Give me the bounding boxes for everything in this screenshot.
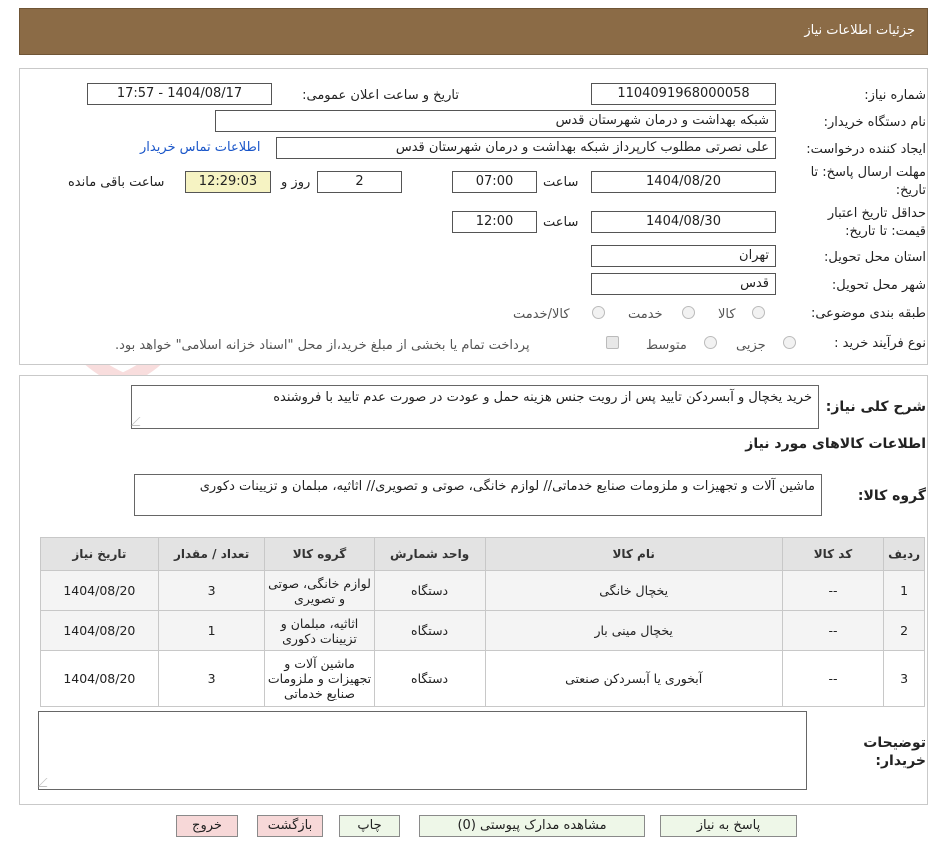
summary-label: شرح کلی نیاز:: [825, 399, 926, 415]
need-number-field[interactable]: 1104091968000058: [591, 83, 776, 105]
buyer-org-field[interactable]: شبکه بهداشت و درمان شهرستان قدس: [215, 110, 776, 132]
cell-group: ماشین آلات و تجهیزات و ملزومات صنایع خدم…: [264, 650, 375, 707]
page-title: جزئیات اطلاعات نیاز: [804, 23, 915, 38]
category-both-label: کالا/خدمت: [513, 307, 570, 322]
cell-date: 1404/08/20: [40, 570, 159, 611]
remaining-label: ساعت باقی مانده: [68, 175, 165, 190]
deadline-date-field[interactable]: 1404/08/20: [591, 171, 776, 193]
goods-group-textarea[interactable]: ماشین آلات و تجهیزات و ملزومات صنایع خدم…: [134, 474, 822, 516]
cell-qty: 1: [157, 610, 266, 651]
table-row[interactable]: 3 -- آبخوری یا آبسردکن صنعتی دستگاه ماشی…: [40, 650, 925, 707]
province-label: استان محل تحویل:: [824, 250, 926, 265]
cell-unit: دستگاه: [373, 610, 486, 651]
category-radio-both[interactable]: [592, 306, 605, 319]
treasury-payment-note: پرداخت تمام یا بخشی از مبلغ خرید،از محل …: [115, 338, 530, 353]
cell-group: اثاثیه، مبلمان و تزیینات دکوری: [264, 610, 375, 651]
cell-name: آبخوری یا آبسردکن صنعتی: [484, 650, 783, 707]
cell-code: --: [781, 650, 885, 707]
buyer-notes-label-2: خریدار:: [875, 753, 926, 769]
process-radio-minor[interactable]: [783, 336, 796, 349]
cell-unit: دستگاه: [373, 650, 486, 707]
need-number-label: شماره نیاز:: [864, 88, 926, 103]
cell-qty: 3: [157, 570, 266, 611]
validity-label: حداقل تاریخ اعتبار: [827, 206, 926, 221]
attachments-button[interactable]: مشاهده مدارک پیوستی (0): [419, 815, 645, 837]
cell-index: 3: [883, 650, 925, 707]
deadline-label-2: تاریخ:: [895, 183, 926, 198]
buyer-notes-textarea[interactable]: [37, 711, 807, 790]
col-date: تاریخ نیاز: [40, 537, 159, 571]
cell-qty: 3: [157, 650, 266, 707]
category-radio-goods[interactable]: [752, 306, 765, 319]
col-qty: تعداد / مقدار: [157, 537, 266, 571]
table-row[interactable]: 2 -- یخچال مینی بار دستگاه اثاثیه، مبلما…: [40, 610, 925, 651]
table-row[interactable]: 1 -- یخچال خانگی دستگاه لوازم خانگی، صوت…: [40, 570, 925, 611]
print-button[interactable]: چاپ: [339, 815, 400, 837]
announce-label: تاریخ و ساعت اعلان عمومی:: [302, 88, 459, 103]
summary-textarea[interactable]: خرید یخچال و آبسردکن تایید پس از رویت جن…: [130, 385, 819, 429]
resize-grip-icon[interactable]: [37, 778, 56, 787]
category-radio-service[interactable]: [682, 306, 695, 319]
process-minor-label: جزیی: [736, 338, 766, 353]
process-medium-label: متوسط: [646, 338, 687, 353]
cell-index: 2: [883, 610, 925, 651]
page-header: جزئیات اطلاعات نیاز: [19, 8, 928, 55]
requester-label: ایجاد کننده درخواست:: [806, 142, 926, 157]
goods-table-header: ردیف کد کالا نام کالا واحد شمارش گروه کا…: [40, 537, 925, 571]
cell-unit: دستگاه: [373, 570, 486, 611]
province-field[interactable]: تهران: [591, 245, 776, 267]
city-field[interactable]: قدس: [591, 273, 776, 295]
goods-table: ردیف کد کالا نام کالا واحد شمارش گروه کا…: [40, 537, 925, 707]
col-group: گروه کالا: [264, 537, 375, 571]
remaining-time-field: 12:29:03: [185, 171, 271, 193]
announce-field[interactable]: 1404/08/17 - 17:57: [87, 83, 272, 105]
goods-group-label: گروه کالا:: [857, 488, 926, 504]
category-goods-label: کالا: [718, 307, 736, 322]
goods-group-text: ماشین آلات و تجهیزات و ملزومات صنایع خدم…: [199, 479, 815, 494]
buyer-org-label: نام دستگاه خریدار:: [823, 115, 926, 130]
buyer-notes-label: توضیحات: [863, 735, 926, 751]
deadline-label: مهلت ارسال پاسخ: تا: [810, 165, 926, 180]
city-label: شهر محل تحویل:: [831, 278, 926, 293]
validity-label-2: قیمت: تا تاریخ:: [845, 224, 926, 239]
col-code: کد کالا: [781, 537, 885, 571]
back-button[interactable]: بازگشت: [257, 815, 323, 837]
cell-code: --: [781, 570, 885, 611]
deadline-time-field[interactable]: 07:00: [452, 171, 537, 193]
col-name: نام کالا: [484, 537, 783, 571]
exit-button[interactable]: خروج: [176, 815, 238, 837]
days-field[interactable]: 2: [317, 171, 402, 193]
validity-date-field[interactable]: 1404/08/30: [591, 211, 776, 233]
cell-name: یخچال خانگی: [484, 570, 783, 611]
col-index: ردیف: [883, 537, 925, 571]
validity-time-label: ساعت: [543, 215, 579, 230]
goods-info-title: اطلاعات کالاهای مورد نیاز: [745, 436, 926, 452]
cell-group: لوازم خانگی، صوتی و تصویری: [264, 570, 375, 611]
treasury-payment-checkbox[interactable]: [606, 336, 619, 349]
validity-time-field[interactable]: 12:00: [452, 211, 537, 233]
cell-index: 1: [883, 570, 925, 611]
days-label: روز و: [281, 175, 311, 190]
buyer-contact-link[interactable]: اطلاعات تماس خریدار: [140, 140, 260, 155]
category-service-label: خدمت: [628, 307, 663, 322]
process-radio-medium[interactable]: [704, 336, 717, 349]
process-label: نوع فرآیند خرید :: [834, 336, 926, 351]
deadline-time-label: ساعت: [543, 175, 579, 190]
requester-field[interactable]: علی نصرتی مطلوب کارپرداز شبکه بهداشت و د…: [276, 137, 776, 159]
cell-date: 1404/08/20: [40, 650, 159, 707]
resize-grip-icon[interactable]: [130, 417, 149, 426]
category-label: طبقه بندی موضوعی:: [810, 306, 926, 321]
reply-button[interactable]: پاسخ به نیاز: [660, 815, 797, 837]
cell-code: --: [781, 610, 885, 651]
summary-text: خرید یخچال و آبسردکن تایید پس از رویت جن…: [273, 390, 812, 405]
cell-name: یخچال مینی بار: [484, 610, 783, 651]
col-unit: واحد شمارش: [373, 537, 486, 571]
cell-date: 1404/08/20: [40, 610, 159, 651]
